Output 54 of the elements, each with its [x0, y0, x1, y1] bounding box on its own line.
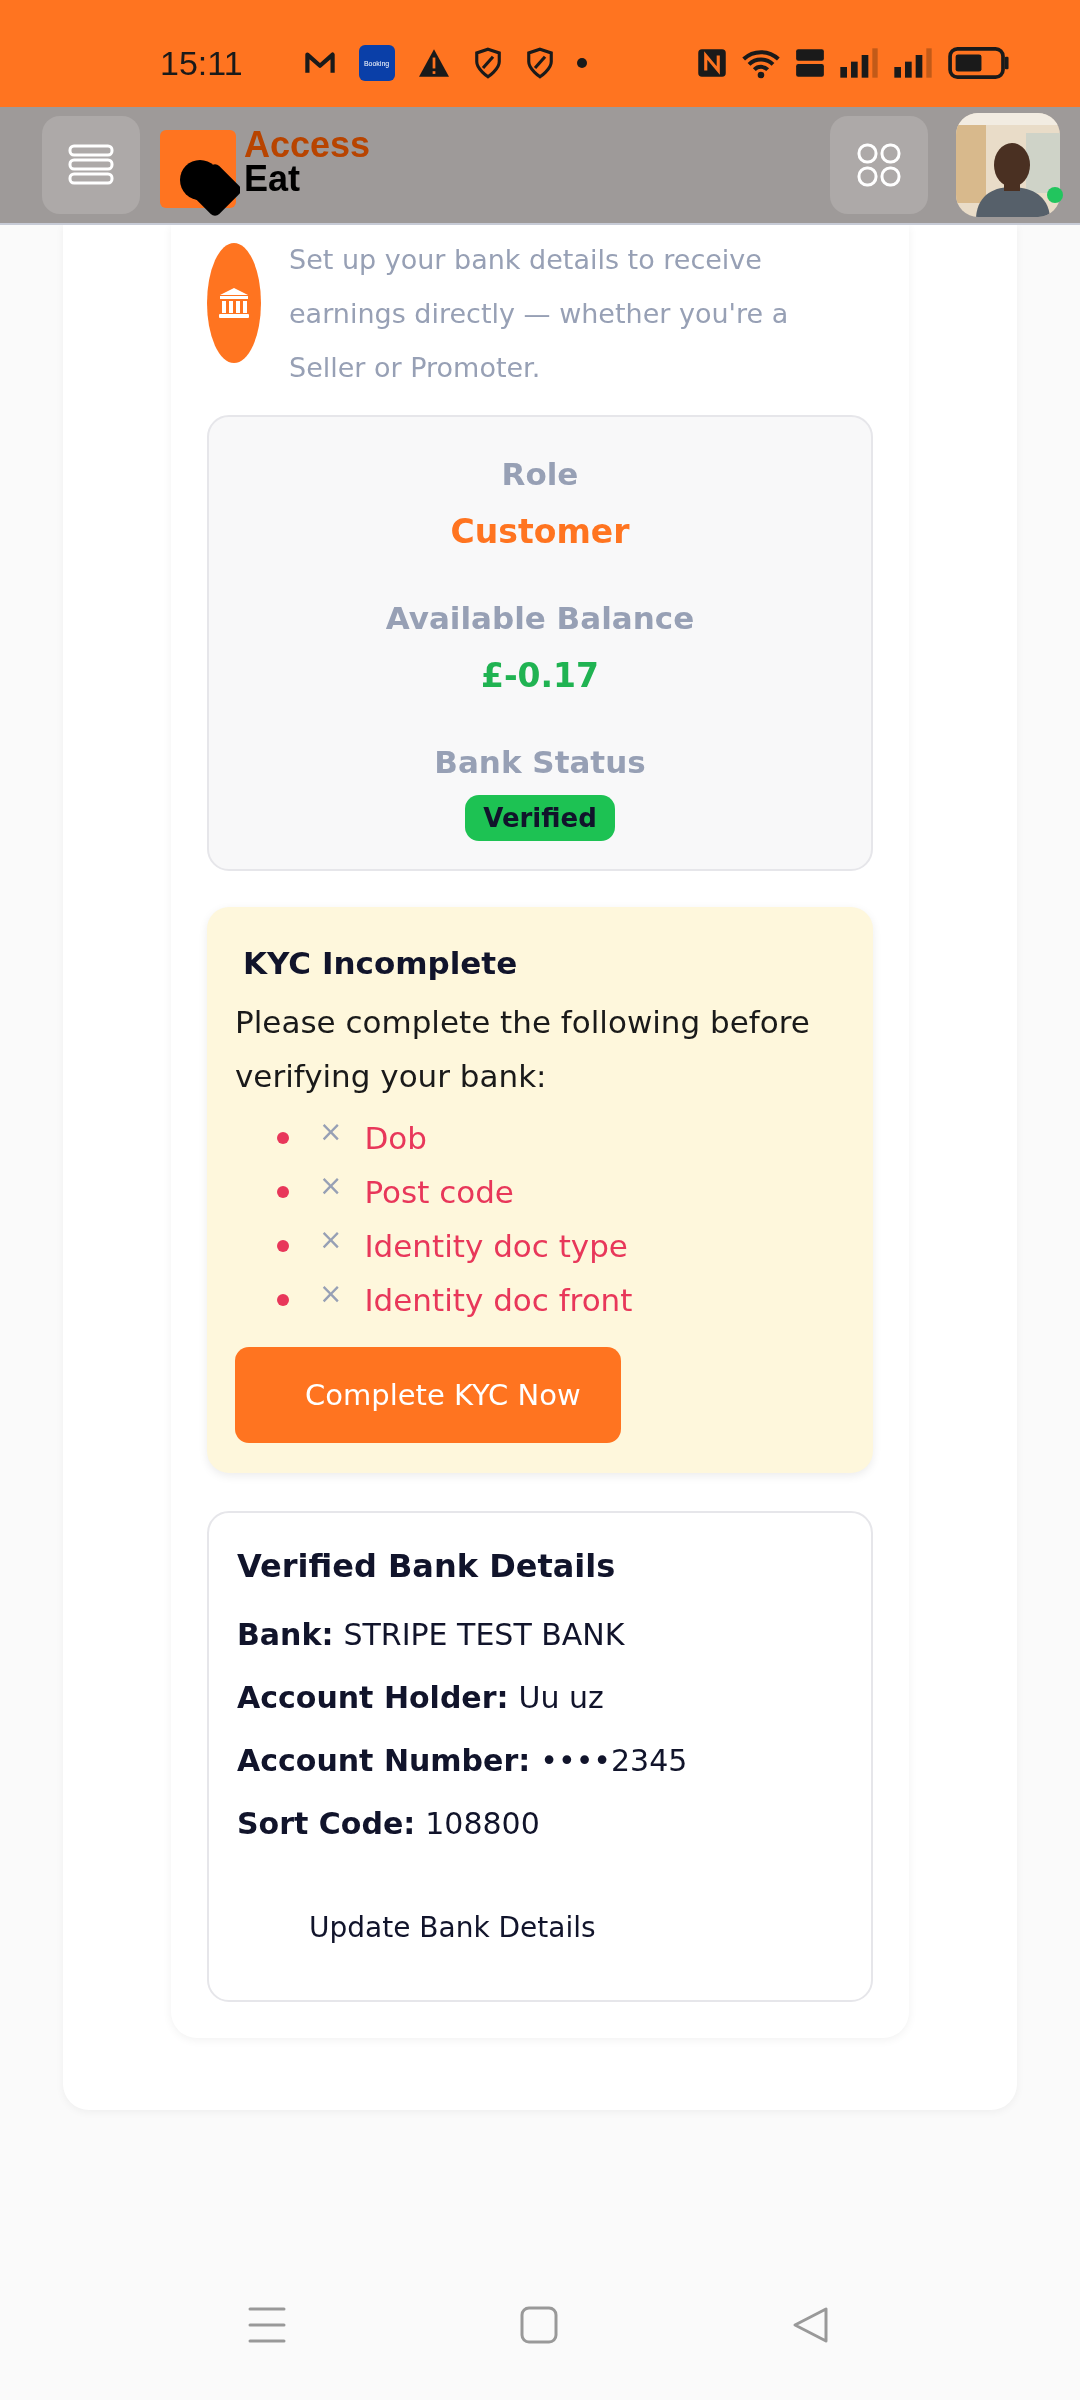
nfc-icon — [696, 48, 727, 78]
field-label: Sort Code: — [237, 1806, 416, 1841]
bullet-icon — [277, 1240, 289, 1252]
cross-mark: × — [319, 1222, 343, 1256]
recents-icon — [248, 2306, 286, 2344]
back-icon — [792, 2306, 830, 2344]
warning-icon — [416, 48, 451, 78]
bank-icon — [207, 243, 261, 363]
balance-value: £-0.17 — [480, 655, 600, 697]
back-button[interactable] — [792, 2306, 830, 2344]
logo-text: Eat — [244, 162, 302, 196]
menu-button[interactable] — [42, 116, 140, 214]
summary-label: Role — [501, 455, 579, 494]
grid-icon — [857, 143, 901, 187]
field-label: Account Holder: — [237, 1680, 509, 1715]
description-text: Set up your bank details to receive earnings directly — whether you're a Seller or Promoter. — [289, 243, 790, 385]
cross-mark: × — [319, 1168, 343, 1202]
update-bank-button[interactable]: Update Bank Details — [297, 1895, 608, 1960]
bank-details-title: Verified Bank Details — [237, 1546, 617, 1587]
recents-button[interactable] — [248, 2306, 286, 2344]
menu-icon — [68, 144, 114, 186]
home-button[interactable] — [520, 2306, 558, 2344]
missing-item: Identity doc type — [364, 1228, 628, 1264]
shield-icon — [524, 46, 555, 80]
logo-text: Access — [244, 128, 371, 162]
home-icon — [520, 2306, 558, 2344]
field-label: Account Number: — [237, 1743, 531, 1778]
summary-label: Available Balance — [385, 599, 695, 638]
status-badge: Verified — [465, 795, 615, 841]
bullet-icon — [277, 1186, 289, 1198]
field-value: ••••2345 — [540, 1743, 688, 1778]
signal-icon — [892, 47, 933, 79]
field-value: STRIPE TEST BANK — [343, 1617, 625, 1652]
field-label: Bank: — [237, 1617, 334, 1652]
apps-button[interactable] — [830, 116, 928, 214]
cross-mark: × — [319, 1114, 343, 1148]
cross-mark: × — [319, 1276, 343, 1310]
kyc-message: Please complete the following before verifying your bank: — [235, 1003, 811, 1096]
dot-icon — [576, 58, 587, 68]
battery-icon — [946, 47, 1011, 79]
bullet-icon — [277, 1132, 289, 1144]
summary-label: Bank Status — [434, 743, 646, 782]
missing-item: Dob — [364, 1120, 427, 1156]
role-value: Customer — [450, 511, 630, 553]
signal-icon — [838, 47, 879, 79]
missing-item: Post code — [364, 1174, 514, 1210]
clock-time: 15:11 — [160, 43, 243, 83]
bullet-icon — [277, 1294, 289, 1306]
kyc-title: KYC Incomplete — [243, 944, 519, 983]
missing-item: Identity doc front — [364, 1282, 633, 1318]
field-value: 108800 — [425, 1806, 540, 1841]
wifi-icon — [740, 47, 781, 79]
shield-icon — [472, 46, 503, 80]
field-value: Uu uz — [518, 1680, 604, 1715]
